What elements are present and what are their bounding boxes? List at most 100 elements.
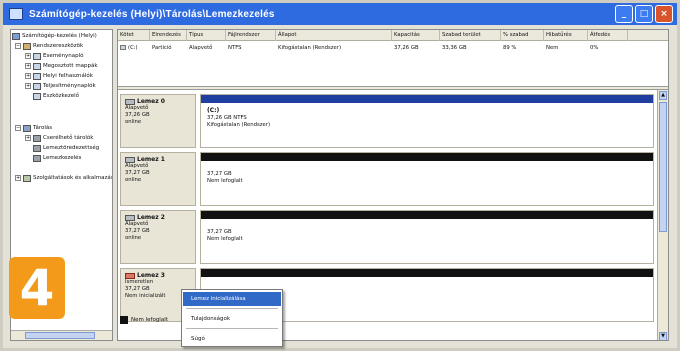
partition-block[interactable]: 37,27 GB Nem lefoglalt [200, 210, 654, 264]
tree-item-computer-management[interactable]: Számítógép-kezelés (Helyi) [12, 31, 97, 41]
column-header[interactable]: Szabad terület [440, 30, 501, 41]
tree-item-services-apps[interactable]: + Szolgáltatások és alkalmazások [15, 173, 113, 183]
partition-detail: 37,27 GB [207, 171, 232, 177]
tree-item-storage[interactable]: − Tárolás [15, 123, 52, 133]
step-badge: 4 [9, 257, 65, 319]
menu-item-initialize-disk[interactable]: Lemez inicializálása [183, 292, 281, 306]
partition-status: Nem lefoglalt [207, 236, 243, 242]
disk-name: Lemez 2 [137, 214, 165, 221]
filesystem-cell: NTFS [228, 45, 242, 51]
tree-item-device-manager[interactable]: Eszközkezelő [33, 91, 79, 101]
menu-item-properties[interactable]: Tulajdonságok [183, 312, 281, 326]
legend-label: Nem lefoglalt [131, 317, 168, 323]
tree-item-local-users[interactable]: + Helyi felhasználók [25, 71, 93, 81]
disk-info[interactable]: Lemez 1 Alapvető 37,27 GB online [120, 152, 196, 206]
menu-separator [186, 308, 278, 309]
disk-info[interactable]: Lemez 0 Alapvető 37,26 GB online [120, 94, 196, 148]
tree-item-system-tools[interactable]: − Rendszereszközök [15, 41, 83, 51]
disk-icon [125, 98, 135, 105]
disk-size: 37,27 GB [125, 170, 150, 176]
expand-icon[interactable]: + [25, 53, 31, 59]
column-header[interactable]: Átfedés [588, 30, 628, 41]
tree-item-removable-storage[interactable]: + Cserélhető tárolók [25, 133, 93, 143]
disk-info[interactable]: Lemez 2 Alapvető 37,27 GB online [120, 210, 196, 264]
column-header[interactable]: % szabad [501, 30, 544, 41]
close-button[interactable]: × [655, 5, 673, 23]
disk-size: 37,27 GB [125, 228, 150, 234]
volume-name: (C:) [128, 45, 138, 51]
tree-item-label: Szolgáltatások és alkalmazások [33, 175, 113, 181]
expand-icon[interactable]: + [25, 63, 31, 69]
status-cell: Kifogástalan (Rendszer) [278, 45, 342, 51]
unallocated-band [201, 153, 653, 161]
fault-tolerance-cell: Nem [546, 45, 559, 51]
partition-block[interactable]: (C:) 37,26 GB NTFS Kifogástalan (Rendsze… [200, 94, 654, 148]
collapse-icon[interactable]: − [15, 125, 21, 131]
event-viewer-icon [33, 52, 41, 60]
window-controls: _ □ × [615, 5, 673, 23]
disk-type: Ismeretlen [125, 279, 154, 285]
disk-name: Lemez 1 [137, 156, 165, 163]
column-header[interactable]: Típus [187, 30, 226, 41]
column-header[interactable]: Kötet [118, 30, 150, 41]
type-cell: Alapvető [189, 45, 213, 51]
services-icon [23, 174, 31, 182]
disk-type: Alapvető [125, 221, 149, 227]
computer-icon [12, 32, 20, 40]
disk-status: online [125, 119, 142, 125]
scrollbar-thumb[interactable] [25, 332, 95, 339]
column-header[interactable]: Elrendezés [150, 30, 187, 41]
tree-item-performance-logs[interactable]: + Teljesítménynaplók [25, 81, 96, 91]
table-row[interactable]: (C:) Partíció Alapvető NTFS Kifogástalan… [118, 43, 668, 53]
expand-icon[interactable]: + [25, 73, 31, 79]
menu-separator [186, 328, 278, 329]
expand-icon[interactable]: + [25, 135, 31, 141]
shared-folders-icon [33, 62, 41, 70]
column-header[interactable]: Hibatűrés [544, 30, 588, 41]
free-space-cell: 33,36 GB [442, 45, 467, 51]
expand-icon[interactable]: + [25, 83, 31, 89]
disk-row: Lemez 1 Alapvető 37,27 GB online 37,27 G… [120, 152, 656, 206]
uninitialized-disk-icon [125, 272, 135, 279]
unallocated-band [201, 269, 653, 277]
defrag-icon [33, 144, 41, 152]
tree-item-disk-management[interactable]: Lemezkezelés [33, 153, 81, 163]
column-header[interactable]: Fájlrendszer [226, 30, 276, 41]
volume-cell: (C:) [118, 43, 150, 53]
tree-item-label: Eszközkezelő [43, 93, 80, 99]
tree-item-label: Tárolás [33, 125, 53, 131]
disk-name: Lemez 0 [137, 98, 165, 105]
disk-name: Lemez 3 [137, 272, 165, 279]
title-bar[interactable]: Számítógép-kezelés (Helyi)\Tárolás\Lemez… [3, 3, 677, 25]
vertical-scrollbar[interactable]: ▲ ▼ [657, 90, 668, 340]
menu-item-help[interactable]: Súgó [183, 332, 281, 346]
volume-list-header: Kötet Elrendezés Típus Fájlrendszer Álla… [118, 30, 668, 41]
column-header[interactable]: Kapacitás [392, 30, 440, 41]
storage-icon [23, 124, 31, 132]
collapse-icon[interactable]: − [15, 43, 21, 49]
disk-status: online [125, 235, 142, 241]
volume-icon [120, 45, 126, 50]
tree-item-event-viewer[interactable]: + Eseménynapló [25, 51, 83, 61]
expand-icon[interactable]: + [15, 175, 21, 181]
percent-free-cell: 89 % [503, 45, 517, 51]
scroll-down-icon[interactable]: ▼ [659, 332, 667, 340]
minimize-button[interactable]: _ [615, 5, 633, 23]
column-header[interactable]: Állapot [276, 30, 392, 41]
performance-icon [33, 82, 41, 90]
disk-name-row: Lemez 1 [125, 156, 191, 163]
disk-icon [125, 214, 135, 221]
tree-item-defrag[interactable]: Lemeztöredezettség [33, 143, 99, 153]
disk-row: Lemez 2 Alapvető 37,27 GB online 37,27 G… [120, 210, 656, 264]
partition-block[interactable]: 37,27 GB Nem lefoglalt [200, 152, 654, 206]
scrollbar-thumb[interactable] [659, 102, 667, 232]
scroll-up-icon[interactable]: ▲ [659, 91, 667, 100]
disk-name-row: Lemez 0 [125, 98, 191, 105]
disk-status: online [125, 177, 142, 183]
tree-horizontal-scrollbar[interactable] [11, 330, 112, 340]
tools-icon [23, 42, 31, 50]
disk-row: Lemez 0 Alapvető 37,26 GB online (C:) 37… [120, 94, 656, 148]
maximize-button[interactable]: □ [635, 5, 653, 23]
tree-item-label: Lemezkezelés [43, 155, 82, 161]
tree-item-shared-folders[interactable]: + Megosztott mappák [25, 61, 98, 71]
